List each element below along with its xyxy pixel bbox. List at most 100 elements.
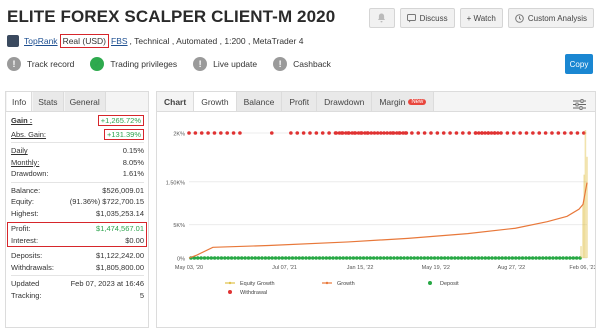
deposit-marker (388, 256, 393, 260)
abs-gain-value: +131.39% (104, 128, 144, 140)
deposit-marker (510, 256, 515, 260)
notification-button[interactable] (368, 8, 395, 28)
discuss-button[interactable]: Discuss (399, 8, 455, 28)
highest-value: $1,035,253.14 (96, 208, 144, 218)
deposit-marker (307, 256, 312, 260)
account-type: Real (USD) (59, 34, 110, 48)
deposit-marker (361, 256, 366, 260)
deposit-marker (341, 256, 346, 260)
badge-live-update[interactable]: ! Live update (193, 57, 257, 71)
growth-chart: 0% 5K% 1.50K% 2K% May 03, '20 Jul 07, '21 Jan … (166, 130, 597, 296)
tab-chart[interactable]: Chart (157, 92, 195, 111)
chart-settings-button[interactable] (573, 97, 586, 115)
deposit-marker (365, 256, 369, 260)
withdrawal-marker (398, 131, 402, 135)
withdrawal-marker (347, 131, 351, 135)
updated-value: Feb 07, 2023 at 16:46 (70, 279, 144, 289)
deposit-marker (547, 256, 552, 260)
withdrawal-marker (308, 131, 312, 135)
withdrawal-marker (372, 131, 377, 135)
deposit-marker (212, 256, 217, 260)
updated-label: Updated (11, 279, 40, 289)
balance-label: Balance: (11, 185, 41, 195)
custom-analysis-button[interactable]: Custom Analysis (507, 8, 594, 28)
x-tick-label: Jul 07, '21 (272, 265, 297, 271)
highest-label: Highest: (11, 208, 39, 218)
withdrawal-marker (480, 131, 484, 135)
badges-row: ! Track record ✓ Trading privileges ! Li… (7, 57, 331, 71)
withdrawal-marker (320, 131, 325, 135)
withdrawal-marker (486, 131, 491, 135)
deposit-marker (226, 256, 231, 260)
deposit-marker (392, 256, 396, 260)
deposit-marker (527, 256, 532, 260)
system-details: , Technical , Automated , 1:200 , MetaTr… (129, 36, 304, 46)
deposit-marker (422, 256, 427, 260)
withdrawal-marker (575, 131, 580, 135)
deposit-marker (304, 256, 308, 260)
deposit-marker (378, 256, 383, 260)
avatar[interactable] (7, 35, 19, 47)
withdrawals-value: $1,805,800.00 (96, 262, 144, 272)
deposit-marker (476, 256, 481, 260)
tab-profit[interactable]: Profit (282, 92, 318, 111)
withdrawal-marker (505, 131, 510, 135)
clock-icon (515, 13, 524, 23)
withdrawal-marker (187, 131, 191, 135)
deposit-marker (358, 256, 362, 260)
watch-button[interactable]: + Watch (459, 8, 503, 28)
deposit-marker (551, 256, 555, 260)
tab-growth[interactable]: Growth (194, 92, 237, 111)
deposit-marker (270, 256, 274, 260)
withdrawal-marker (422, 131, 427, 135)
deposit-marker (571, 256, 576, 260)
deposit-marker (338, 256, 342, 260)
equity-bar (586, 156, 588, 258)
badge-trading-privileges[interactable]: ✓ Trading privileges (90, 57, 177, 71)
deposit-marker (314, 256, 318, 260)
deposit-marker (382, 256, 386, 260)
y-tick-label: 1.50K% (166, 180, 185, 186)
deposit-marker (503, 256, 508, 260)
balance-value: $526,009.01 (102, 185, 144, 195)
broker-link[interactable]: FBS (111, 36, 128, 46)
withdrawals-label: Withdrawals: (11, 262, 54, 272)
x-tick-label: Jan 15, '22 (347, 265, 374, 271)
tab-info[interactable]: Info (7, 92, 33, 111)
deposit-marker (233, 256, 237, 260)
abs-gain-label: Abs. Gain: (11, 129, 47, 139)
withdrawal-marker (404, 131, 409, 135)
withdrawal-marker (454, 131, 459, 135)
tab-general[interactable]: General (64, 92, 106, 111)
deposit-marker (429, 256, 433, 260)
deposit-marker (449, 256, 454, 260)
badge-cashback[interactable]: ! Cashback (273, 57, 331, 71)
deposits-label: Deposits: (11, 251, 43, 261)
deposit-marker (541, 256, 545, 260)
profit-label: Profit: (11, 224, 31, 234)
withdrawal-marker (375, 131, 380, 135)
stats-panel: Info Stats General Gain : +1,265.72% Abs… (5, 91, 149, 328)
deposits-value: $1,122,242.00 (96, 251, 144, 261)
deposit-marker (250, 256, 254, 260)
badge-track-record[interactable]: ! Track record (7, 57, 74, 71)
deposit-marker (459, 256, 464, 260)
tab-margin[interactable]: Margin New (372, 92, 435, 111)
tab-stats[interactable]: Stats (33, 92, 64, 111)
deposit-marker (324, 256, 329, 260)
withdrawal-marker (356, 131, 361, 135)
deposit-marker (513, 256, 518, 260)
user-link[interactable]: TopRank (24, 36, 58, 46)
x-tick-label: Aug 27, '22 (498, 265, 526, 271)
deposit-marker (530, 256, 535, 260)
tab-drawdown[interactable]: Drawdown (317, 92, 373, 111)
deposit-marker (554, 256, 559, 260)
badge-label: Live update (213, 59, 258, 69)
deposit-marker (520, 256, 525, 260)
deposit-marker (216, 256, 220, 260)
deposit-marker (480, 256, 484, 260)
tab-balance[interactable]: Balance (236, 92, 283, 111)
badge-label: Track record (27, 59, 75, 69)
copy-button[interactable]: Copy (565, 54, 593, 74)
deposit-marker (415, 256, 420, 260)
